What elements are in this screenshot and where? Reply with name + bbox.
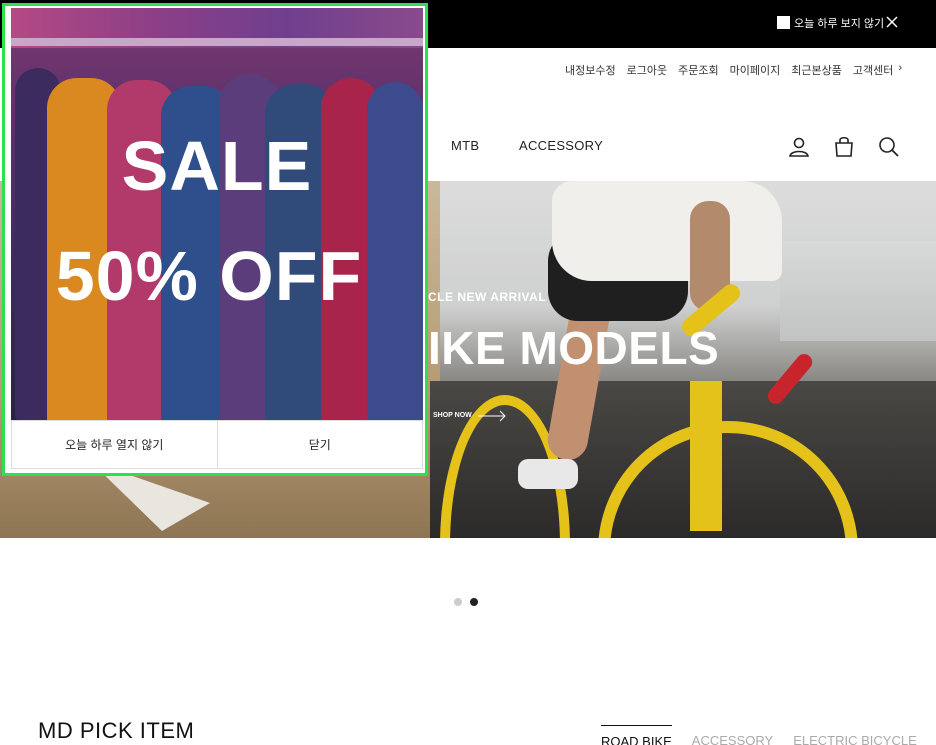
- hide-today-checkbox[interactable]: [777, 16, 790, 29]
- utility-link-mypage[interactable]: 마이페이지: [730, 62, 781, 78]
- sale-popup: SALE 50% OFF 오늘 하루 열지 않기 닫기: [2, 3, 428, 476]
- popup-discount-text: 50% OFF: [55, 237, 363, 315]
- slider-dot-2[interactable]: [470, 598, 478, 606]
- rider-shirt: [552, 181, 782, 281]
- utility-link-recent-items[interactable]: 최근본상품: [791, 62, 842, 78]
- close-icon[interactable]: [884, 14, 900, 30]
- section-title: MD PICK ITEM: [38, 718, 195, 743]
- utility-link-order-lookup[interactable]: 주문조회: [678, 62, 718, 78]
- utility-link-edit-profile[interactable]: 내정보수정: [565, 62, 616, 78]
- tab-road-bike[interactable]: ROAD BIKE: [601, 725, 672, 745]
- hero-title: IKE MODELS: [428, 322, 720, 374]
- user-icon[interactable]: [788, 136, 810, 158]
- rider-shoe: [518, 459, 578, 489]
- hero-city-backdrop: [780, 241, 936, 341]
- hero-subtitle: CLE NEW ARRIVAL: [428, 290, 547, 304]
- utility-link-customer-center[interactable]: 고객센터: [853, 62, 893, 78]
- tab-accessory[interactable]: ACCESSORY: [692, 725, 773, 745]
- category-tabs: ROAD BIKE ACCESSORY ELECTRIC BICYCLE: [601, 725, 917, 745]
- chevron-right-icon: ›: [898, 62, 902, 74]
- arrow-right-icon[interactable]: [478, 410, 508, 422]
- search-icon[interactable]: [878, 136, 900, 158]
- popup-sale-text: SALE: [121, 127, 313, 205]
- popup-button-bar: 오늘 하루 열지 않기 닫기: [11, 420, 423, 469]
- hero-shop-now-link[interactable]: SHOP NOW: [433, 412, 472, 419]
- utility-nav: 내정보수정 로그아웃 주문조회 마이페이지 최근본상품 고객센터 ›: [565, 62, 902, 78]
- utility-link-logout[interactable]: 로그아웃: [627, 62, 667, 78]
- hide-today-label[interactable]: 오늘 하루 보지 않기: [794, 15, 884, 31]
- tab-electric-bicycle[interactable]: ELECTRIC BICYCLE: [793, 725, 917, 745]
- slider-pagination: [454, 598, 478, 606]
- cart-icon[interactable]: [833, 136, 855, 158]
- bike-frame: [690, 381, 722, 531]
- dont-show-today-button[interactable]: 오늘 하루 열지 않기: [12, 421, 217, 468]
- sale-popup-image[interactable]: SALE 50% OFF: [11, 8, 423, 420]
- clothing-rail: [11, 38, 423, 46]
- nav-item-accessory[interactable]: ACCESSORY: [519, 138, 603, 153]
- slider-dot-1[interactable]: [454, 598, 462, 606]
- nav-item-mtb[interactable]: MTB: [451, 138, 479, 153]
- popup-close-button[interactable]: 닫기: [216, 421, 423, 468]
